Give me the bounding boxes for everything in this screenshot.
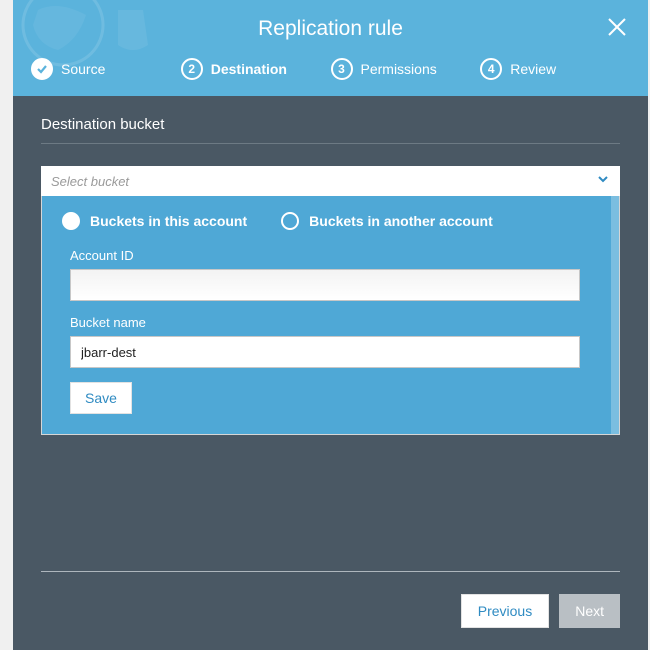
modal-title: Replication rule [258,17,403,41]
step-number-icon: 3 [331,58,353,80]
step-review[interactable]: 4 Review [480,58,630,80]
previous-button[interactable]: Previous [461,594,549,628]
step-destination[interactable]: 2 Destination [181,58,331,80]
close-icon [606,16,628,38]
step-permissions[interactable]: 3 Permissions [331,58,481,80]
radio-label: Buckets in this account [90,213,247,229]
bucket-source-panel: Buckets in this account Buckets in anoth… [41,196,620,435]
section-title: Destination bucket [41,116,620,144]
check-icon [31,58,53,80]
bucket-name-label: Bucket name [70,315,599,330]
select-placeholder: Select bucket [51,174,596,189]
account-id-input[interactable] [70,269,580,301]
close-button[interactable] [606,16,628,43]
step-label: Destination [211,61,287,77]
step-number-icon: 4 [480,58,502,80]
radio-other-account[interactable]: Buckets in another account [281,212,493,230]
step-label: Permissions [361,61,437,77]
wizard-steps: Source 2 Destination 3 Permissions 4 Rev… [13,58,648,96]
bucket-name-input[interactable] [70,336,580,368]
radio-icon [281,212,299,230]
modal-header: Replication rule Source 2 Destination 3 [13,0,648,96]
next-button[interactable]: Next [559,594,620,628]
step-source[interactable]: Source [31,58,181,80]
radio-label: Buckets in another account [309,213,493,229]
chevron-down-icon [596,172,610,191]
modal-content: Destination bucket Select bucket Buckets… [13,96,648,555]
divider [41,571,620,572]
step-label: Review [510,61,556,77]
step-number-icon: 2 [181,58,203,80]
modal-footer: Previous Next [13,555,648,650]
footer-buttons: Previous Next [41,594,620,628]
radio-group-account: Buckets in this account Buckets in anoth… [62,212,599,230]
radio-icon [62,212,80,230]
select-bucket-dropdown[interactable]: Select bucket [41,166,620,196]
step-label: Source [61,61,105,77]
save-button[interactable]: Save [70,382,132,414]
replication-rule-modal: Replication rule Source 2 Destination 3 [13,0,648,650]
account-id-label: Account ID [70,248,599,263]
radio-this-account[interactable]: Buckets in this account [62,212,247,230]
